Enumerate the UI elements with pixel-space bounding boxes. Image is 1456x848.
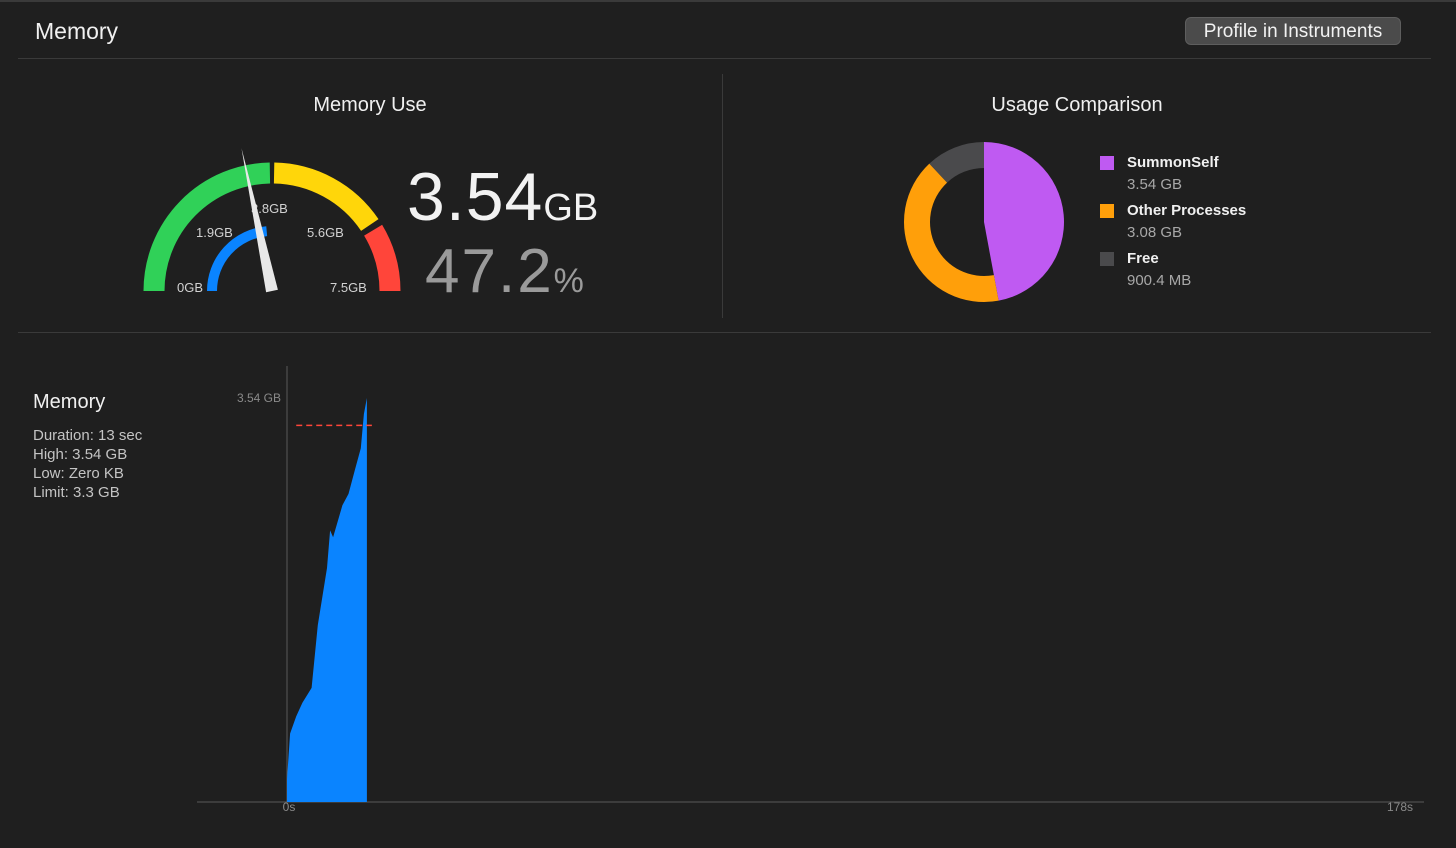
y-tick-label: 3.54 GB: [237, 391, 281, 405]
memory-area-chart: 3.54 GB 0s 178s: [197, 366, 1424, 814]
x-tick-label-end: 178s: [1387, 800, 1413, 814]
x-tick-label-start: 0s: [283, 800, 296, 814]
memory-area-series: [287, 398, 367, 802]
